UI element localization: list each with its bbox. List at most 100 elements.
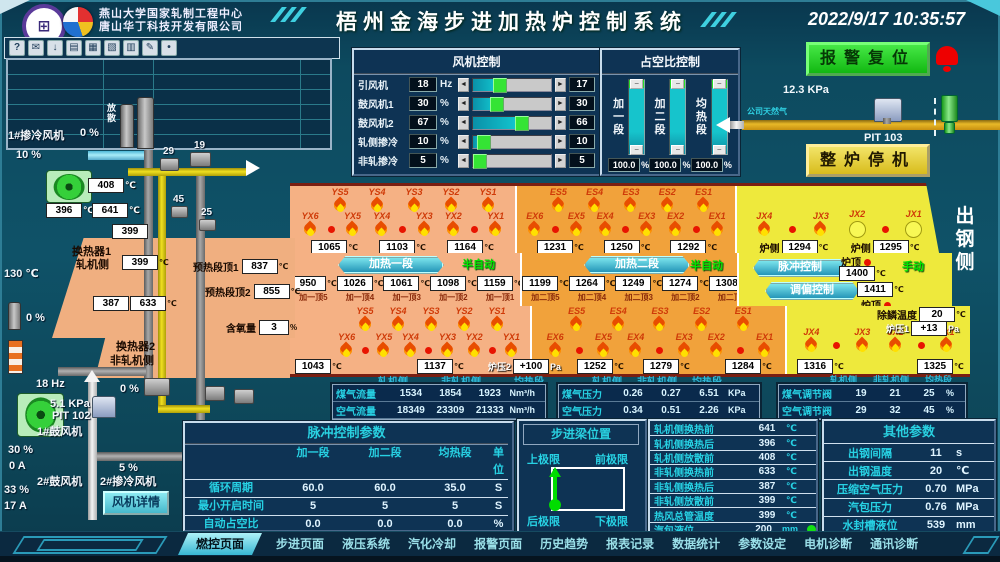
upper-soaking-zone: JX4 JX3 JX2 JX1 炉侧1294℃ 炉侧1295℃ — [735, 186, 942, 256]
flame-icon — [849, 221, 866, 238]
fan-value-field[interactable]: 30 — [409, 96, 437, 111]
fan-value-field[interactable]: 67 — [409, 115, 437, 130]
middle-heating1-zone: 加热一段 半自动 950℃加一顶5 1026℃加一顶4 1061℃加一顶3 10… — [290, 253, 520, 306]
blower1-pct: 30 % — [8, 444, 33, 456]
duty-cycle-title: 占空比控制 — [602, 50, 738, 75]
flame-icon — [552, 226, 559, 233]
bias-control-button[interactable]: 调偏控制 — [765, 282, 859, 300]
pulse-control-button[interactable]: 脉冲控制 — [753, 259, 847, 277]
table-icon[interactable]: ▥ — [123, 40, 139, 56]
instrument-icon — [205, 386, 225, 401]
burner — [398, 226, 408, 238]
fan-label: 鼓风机1 — [358, 96, 406, 111]
edit-icon[interactable]: ✎ — [142, 40, 158, 56]
fan-slider-track[interactable] — [472, 97, 552, 111]
param-value[interactable]: 5 — [349, 497, 421, 515]
param-value[interactable]: 5 — [277, 497, 349, 515]
nav-tab[interactable]: 燃控页面 — [178, 533, 262, 555]
valve-19-value: 19 — [194, 140, 205, 151]
flame-icon — [628, 343, 643, 359]
duty-value[interactable]: 100.0 — [691, 158, 723, 172]
download-icon[interactable]: ↓ — [47, 40, 63, 56]
fan-slider-handle[interactable] — [515, 116, 529, 131]
duty-slider[interactable] — [628, 79, 645, 155]
fan-value-field[interactable]: 10 — [409, 134, 437, 149]
furnace-shutdown-button[interactable]: 整炉停机 — [806, 144, 930, 177]
alarm-bell-icon[interactable] — [933, 42, 961, 72]
rear-limit-label: 后极限 — [527, 513, 560, 529]
valve-table: 煤气调节阀192125% 空气调节阀293245% — [778, 384, 966, 420]
fan-details-button[interactable]: 风机详情 — [103, 491, 169, 515]
alarm-reset-button[interactable]: 报警复位 — [806, 42, 930, 76]
valve-29-icon[interactable] — [160, 158, 179, 171]
nav-tab[interactable]: 参数设定 — [730, 533, 794, 555]
burner — [488, 347, 498, 359]
nav-tab[interactable]: 历史趋势 — [532, 533, 596, 555]
cold-fan1-output: 0 % — [80, 127, 99, 139]
fan-value-field[interactable]: 18 — [409, 77, 437, 92]
duty-value[interactable]: 100.0 — [649, 158, 681, 172]
burner — [551, 226, 561, 238]
fan-slider-handle[interactable] — [473, 154, 487, 169]
hot-air-pipe-elbow — [158, 405, 210, 413]
heating1-mode: 半自动 — [462, 256, 495, 272]
damper-valve-icon[interactable] — [144, 378, 170, 396]
fan-slider-handle[interactable] — [477, 135, 491, 150]
heating1-banner: 加热一段 — [338, 256, 444, 274]
cold-fan1-icon[interactable] — [46, 170, 92, 203]
valve-19-icon[interactable] — [190, 152, 211, 167]
help-icon[interactable]: ? — [9, 40, 25, 56]
hot-air-pipe-top — [128, 168, 246, 176]
nav-tab[interactable]: 汽化冷却 — [400, 533, 464, 555]
nav-tab[interactable]: 通讯诊断 — [862, 533, 926, 555]
fan-slider-track[interactable] — [472, 78, 552, 92]
nav-tab[interactable]: 液压系统 — [334, 533, 398, 555]
nav-tab[interactable]: 步进页面 — [268, 533, 332, 555]
slider-left-arrow[interactable]: ◄ — [458, 116, 469, 130]
flame-icon — [652, 317, 667, 333]
slider-right-arrow[interactable]: ► — [555, 116, 566, 130]
duty-value[interactable]: 100.0 — [608, 158, 640, 172]
param-value[interactable]: 5 — [421, 497, 489, 515]
report-icon[interactable]: ▧ — [104, 40, 120, 56]
slider-right-arrow[interactable]: ► — [555, 154, 566, 168]
slider-left-arrow[interactable]: ◄ — [458, 154, 469, 168]
company-logo-icon — [63, 7, 93, 37]
slider-right-arrow[interactable]: ► — [555, 78, 566, 92]
param-value[interactable]: 60.0 — [277, 479, 349, 497]
company-name-line2: 唐山华丁科技开发有限公司 — [99, 21, 243, 33]
nav-tab[interactable]: 电机诊断 — [796, 533, 860, 555]
slider-left-arrow[interactable]: ◄ — [458, 78, 469, 92]
duty-slider[interactable] — [669, 79, 686, 155]
mail-icon[interactable]: ✉ — [28, 40, 44, 56]
upper-heating2-zone: ES5 ES4 ES3 ES2 ES1 EX6 EX5 — [515, 186, 737, 256]
folder-icon[interactable]: ▤ — [66, 40, 82, 56]
valve-25-icon[interactable] — [199, 219, 216, 231]
slider-right-arrow[interactable]: ► — [555, 135, 566, 149]
gas-valve-icon[interactable] — [941, 95, 958, 122]
fan-slider-track[interactable] — [472, 116, 552, 130]
valve-45-icon[interactable] — [171, 206, 188, 218]
fan-slider-handle[interactable] — [493, 78, 507, 93]
fan-value-field[interactable]: 5 — [409, 153, 437, 168]
nav-tab[interactable]: 数据统计 — [664, 533, 728, 555]
flue-pipe-horizontal — [58, 367, 146, 376]
fan-slider-track[interactable] — [472, 154, 552, 168]
nav-tab[interactable]: 报警页面 — [466, 533, 530, 555]
slider-left-arrow[interactable]: ◄ — [458, 135, 469, 149]
slider-left-arrow[interactable]: ◄ — [458, 97, 469, 111]
discharge-side-label: 出钢侧 — [954, 205, 976, 274]
param-value[interactable]: 60.0 — [349, 479, 421, 497]
fan-slider-handle[interactable] — [490, 97, 504, 112]
param-value[interactable]: 35.0 — [421, 479, 489, 497]
burner — [655, 347, 665, 359]
fan-slider-track[interactable] — [472, 135, 552, 149]
chart-icon[interactable]: ▦ — [85, 40, 101, 56]
flame-icon — [417, 222, 432, 238]
table-row: 轧机侧换热后396℃ — [650, 436, 816, 450]
lock-icon[interactable]: • — [161, 40, 177, 56]
slider-right-arrow[interactable]: ► — [555, 97, 566, 111]
nav-tab[interactable]: 报表记录 — [598, 533, 662, 555]
diagram-temp-399a: 399 — [112, 224, 148, 239]
burner: EX4 — [592, 212, 618, 238]
